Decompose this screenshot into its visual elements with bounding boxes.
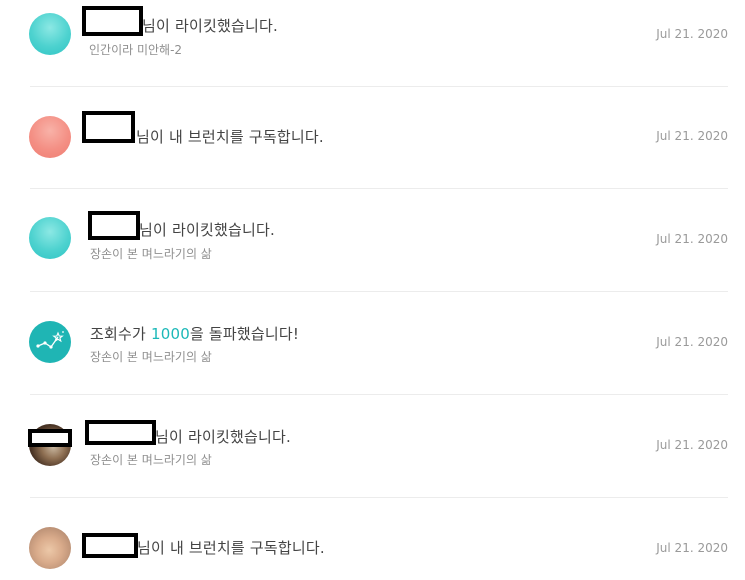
redacted-avatar-overlay [28,429,72,447]
notification-date: Jul 21. 2020 [656,438,728,452]
notification-post-title[interactable]: 장손이 본 며느라기의 삶 [90,348,212,365]
notification-message: 조회수가 1000을 돌파했습니다! [90,323,299,344]
notification-item[interactable]: 님이 내 브런치를 구독합니다. Jul 21. 2020 [0,498,745,580]
redacted-username [85,420,156,445]
notification-date: Jul 21. 2020 [656,27,728,41]
view-count-highlight: 1000 [150,325,190,343]
notification-message: 님이 라이킷했습니다. [142,17,278,35]
notification-message: 님이 라이킷했습니다. [155,428,291,446]
notification-post-title[interactable]: 장손이 본 며느라기의 삶 [90,451,212,468]
notification-date: Jul 21. 2020 [656,129,728,143]
notification-date: Jul 21. 2020 [656,335,728,349]
notification-message: 님이 내 브런치를 구독합니다. [137,539,325,557]
redacted-username [82,111,135,143]
notification-item[interactable]: 님이 내 브런치를 구독합니다. Jul 21. 2020 [0,87,745,188]
notification-item[interactable]: 님이 라이킷했습니다. 장손이 본 며느라기의 삶 Jul 21. 2020 [0,395,745,497]
notification-post-title[interactable]: 장손이 본 며느라기의 삶 [90,245,212,262]
redacted-username [82,533,138,558]
user-photo-avatar[interactable] [29,527,71,569]
message-prefix: 조회수가 [90,325,151,343]
notification-date: Jul 21. 2020 [656,232,728,246]
notification-date: Jul 21. 2020 [656,541,728,555]
redacted-username [82,6,143,36]
user-avatar[interactable] [29,116,71,158]
notification-item[interactable]: 님이 라이킷했습니다. 인간이라 미안해-2 Jul 21. 2020 [0,0,745,86]
notification-message: 님이 내 브런치를 구독합니다. [136,128,324,146]
notification-item[interactable]: 님이 라이킷했습니다. 장손이 본 며느라기의 삶 Jul 21. 2020 [0,189,745,291]
message-suffix: 을 돌파했습니다! [189,325,300,343]
notification-item[interactable]: 조회수가 1000을 돌파했습니다! 장손이 본 며느라기의 삶 Jul 21.… [0,292,745,394]
user-avatar[interactable] [29,217,71,259]
user-avatar[interactable] [29,13,71,55]
notification-post-title[interactable]: 인간이라 미안해-2 [89,41,182,58]
notification-message: 님이 라이킷했습니다. [139,221,275,239]
redacted-username [88,211,140,240]
milestone-chart-icon [29,321,71,363]
